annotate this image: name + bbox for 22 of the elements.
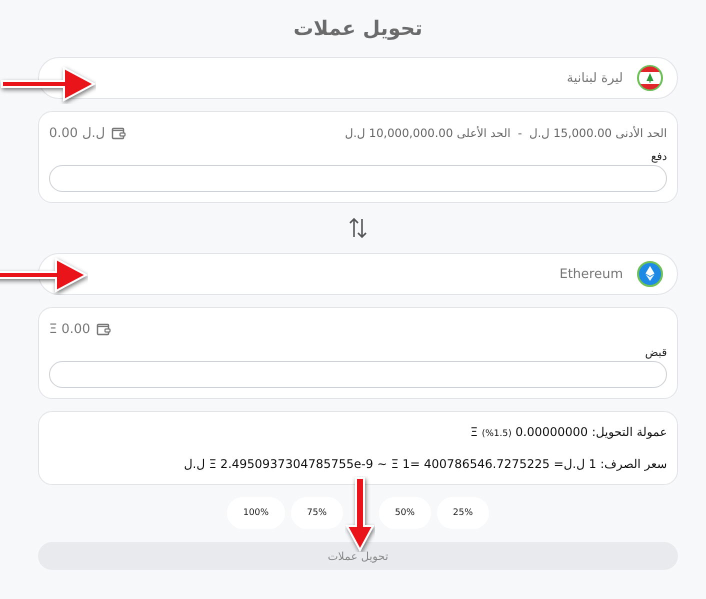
- currency-name: Ethereum: [559, 266, 623, 282]
- receive-input[interactable]: [49, 361, 667, 388]
- wallet-icon: [111, 125, 128, 141]
- balance-text: 0.00 ل.ل: [49, 126, 106, 140]
- percent-button[interactable]: 100%: [227, 497, 285, 529]
- percent-button[interactable]: 50%: [378, 497, 431, 529]
- currency-selector[interactable]: ليرة لبنانية: [38, 57, 678, 99]
- currency-selector[interactable]: Ethereum: [38, 253, 678, 295]
- flag-icon: [637, 65, 663, 91]
- field-label: قبض: [644, 346, 667, 359]
- field-label: دفع: [650, 150, 667, 163]
- pay-input[interactable]: [49, 165, 667, 192]
- wallet-icon: [96, 321, 112, 337]
- page-title: تحويل عملات: [292, 16, 424, 40]
- swap-icon[interactable]: [347, 216, 369, 240]
- rate-text: سعر الصرف: 1 ل.ل= Ξ 2.4950937304785755e-9 ~ Ξ 1= 400786546.7275225 ل.ل: [182, 457, 667, 471]
- balance-text: Ξ 0.00: [49, 322, 90, 336]
- currency-name: ليرة لبنانية: [566, 70, 623, 86]
- percent-button[interactable]: 75%: [290, 497, 343, 529]
- ethereum-icon: [637, 261, 663, 287]
- limits-text: الحد الأدنى 15,000.00 ل.ل - الحد الأعلى 10,000,000.00 ل.ل: [344, 126, 667, 140]
- percent-button[interactable]: 25%: [436, 497, 489, 529]
